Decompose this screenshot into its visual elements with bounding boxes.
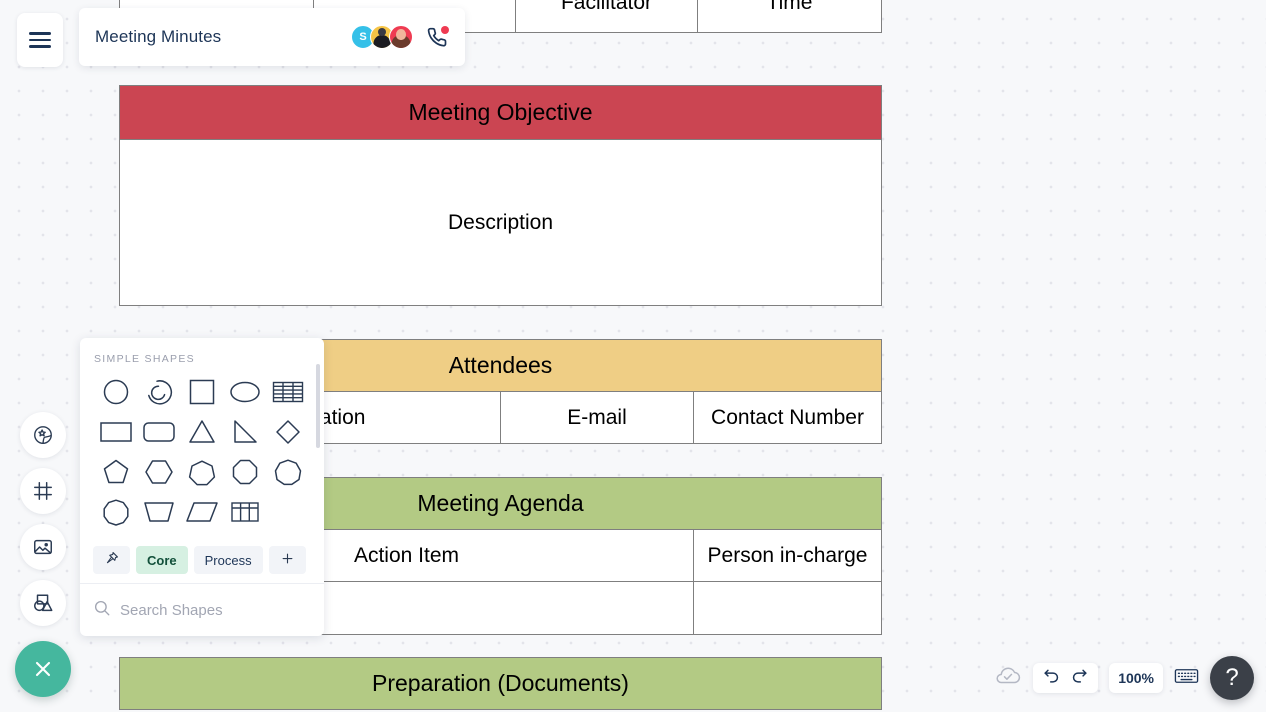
shape-diamond[interactable] — [267, 416, 310, 447]
preparation-table[interactable]: Preparation (Documents) — [119, 657, 882, 710]
sidebar-item-shapes[interactable] — [20, 580, 66, 626]
sidebar-item-images[interactable] — [20, 524, 66, 570]
table-cell[interactable]: Meeting Objective — [119, 85, 882, 140]
table-row: Meeting Objective — [119, 85, 882, 140]
shape-pentagon[interactable] — [94, 456, 137, 487]
redo-icon[interactable] — [1070, 666, 1089, 690]
table-cell-empty[interactable] — [693, 581, 882, 635]
chip-core[interactable]: Core — [136, 546, 188, 574]
table-cell[interactable]: Person in-charge — [693, 529, 882, 582]
shape-ellipse[interactable] — [224, 376, 267, 407]
shape-trapezoid[interactable] — [137, 496, 180, 527]
table-cell[interactable]: Facilitator — [515, 0, 698, 33]
shape-heptagon[interactable] — [180, 456, 223, 487]
shape-right-triangle[interactable] — [224, 416, 267, 447]
shape-grid — [94, 376, 310, 527]
shapes-panel-scrollbar[interactable] — [316, 364, 320, 448]
shape-nonagon[interactable] — [267, 456, 310, 487]
shape-search-row — [80, 584, 324, 636]
sidebar-item-frames[interactable] — [20, 468, 66, 514]
shape-library-chips: Core Process — [80, 539, 324, 584]
close-panel-button[interactable] — [15, 641, 71, 697]
zoom-control[interactable]: 100% — [1109, 663, 1163, 693]
sidebar-item-stickers[interactable] — [20, 412, 66, 458]
search-input[interactable] — [120, 601, 319, 619]
image-icon — [32, 536, 54, 558]
shape-hexagon[interactable] — [137, 456, 180, 487]
undo-redo-group — [1033, 663, 1099, 693]
table-cell[interactable]: Time — [697, 0, 882, 33]
avatar[interactable] — [389, 25, 413, 49]
zoom-level-label: 100% — [1118, 670, 1154, 686]
shape-arc-spiral[interactable] — [137, 376, 180, 407]
search-icon — [93, 599, 111, 622]
help-button[interactable]: ? — [1210, 656, 1254, 700]
shape-octagon[interactable] — [224, 456, 267, 487]
pin-chip[interactable] — [93, 546, 130, 574]
table-cell[interactable]: Preparation (Documents) — [119, 657, 882, 710]
shape-parallelogram[interactable] — [180, 496, 223, 527]
sticker-star-icon — [32, 424, 54, 446]
table-cell[interactable]: E-mail — [500, 391, 694, 444]
keyboard-icon[interactable] — [1174, 666, 1199, 691]
document-title-card: Meeting Minutes S — [79, 8, 465, 66]
shapes-icon — [32, 592, 54, 614]
shapes-panel: SIMPLE SHAPES Core Process Search Shapes — [80, 338, 324, 636]
shapes-group-label: SIMPLE SHAPES — [94, 353, 195, 365]
close-icon — [31, 657, 55, 681]
shape-rounded-rectangle[interactable] — [137, 416, 180, 447]
menu-button[interactable] — [17, 13, 63, 67]
document-title[interactable]: Meeting Minutes — [95, 27, 351, 47]
shape-square[interactable] — [180, 376, 223, 407]
table-row: Description — [119, 139, 882, 306]
hamburger-icon — [29, 28, 51, 51]
pin-icon — [104, 551, 119, 569]
add-library-button[interactable] — [268, 546, 306, 574]
shape-triangle[interactable] — [180, 416, 223, 447]
shapes-scroll-area[interactable]: SIMPLE SHAPES — [80, 338, 324, 539]
cloud-check-icon — [994, 665, 1022, 692]
shape-decagon[interactable] — [94, 496, 137, 527]
call-badge-dot — [441, 26, 449, 34]
chip-process[interactable]: Process — [193, 546, 263, 574]
table-row: Preparation (Documents) — [119, 657, 882, 710]
shape-circle[interactable] — [94, 376, 137, 407]
shape-grid-table[interactable] — [224, 496, 267, 527]
bottom-toolbar: 100% ? — [994, 656, 1254, 700]
plus-icon — [280, 551, 295, 569]
left-toolbar — [20, 412, 66, 636]
collaborator-avatars: S — [351, 25, 413, 49]
phone-call-icon[interactable] — [425, 25, 449, 49]
table-cell[interactable]: Description — [119, 139, 882, 306]
undo-icon[interactable] — [1042, 666, 1061, 690]
shape-table-stripes[interactable] — [267, 376, 310, 407]
meeting-objective-table[interactable]: Meeting Objective Description — [119, 85, 882, 306]
shape-rectangle[interactable] — [94, 416, 137, 447]
table-cell[interactable]: Contact Number — [692, 391, 883, 444]
frame-icon — [32, 480, 54, 502]
